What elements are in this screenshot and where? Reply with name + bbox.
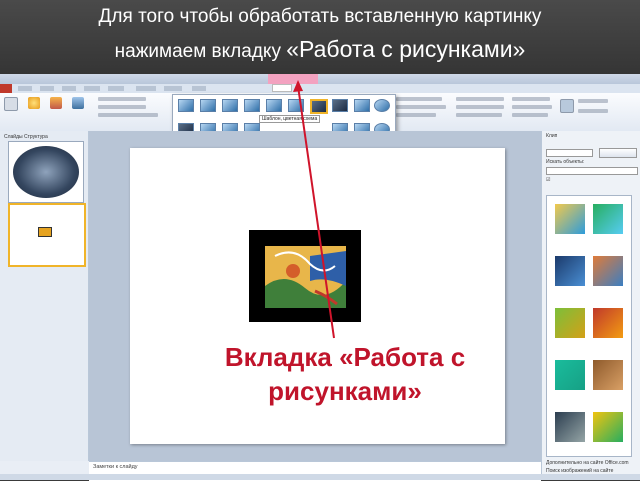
style-swatch[interactable]	[244, 99, 260, 112]
clipart-result[interactable]	[593, 256, 623, 286]
banner-line-2-highlight: «Работа с рисунками»	[286, 36, 526, 62]
style-swatch[interactable]	[266, 99, 282, 112]
tab-slideshow[interactable]	[136, 86, 156, 91]
office-link[interactable]: Дополнительно на сайте Office.com	[546, 459, 629, 467]
style-swatch[interactable]	[288, 99, 304, 112]
tab-animations[interactable]	[108, 86, 124, 91]
callout-line-1: Вкладка «Работа с	[224, 342, 466, 372]
tab-insert[interactable]	[40, 86, 54, 91]
tab-format[interactable]	[272, 84, 292, 92]
clipart-search-input[interactable]	[546, 149, 593, 157]
crop-button[interactable]	[560, 99, 574, 113]
title-bar	[0, 74, 640, 84]
corrections-button[interactable]	[28, 97, 40, 109]
include-office-content-checkbox[interactable]: ☑	[546, 177, 550, 183]
ribbon-tabs	[0, 84, 640, 93]
callout-line-2: рисунками»	[268, 376, 422, 406]
clipart-result[interactable]	[555, 412, 585, 442]
file-tab[interactable]	[0, 84, 12, 93]
style-swatch[interactable]	[178, 99, 194, 112]
clipart-results-grid	[546, 195, 632, 457]
picture-tools-context-tab[interactable]	[268, 74, 318, 84]
clipart-artwork	[265, 246, 346, 308]
slide-2-picture	[38, 227, 52, 237]
slide-thumbnail-1[interactable]	[8, 141, 84, 203]
clipart-result[interactable]	[593, 308, 623, 338]
slide-1-picture	[13, 146, 79, 198]
tab-view[interactable]	[192, 86, 206, 91]
clipart-result[interactable]	[593, 412, 623, 442]
clipart-search-button[interactable]	[599, 148, 637, 158]
banner-line-2: нажимаем вкладку «Работа с рисунками»	[0, 36, 640, 63]
clipart-result[interactable]	[593, 360, 623, 390]
color-button[interactable]	[50, 97, 62, 109]
style-swatch[interactable]	[200, 99, 216, 112]
tab-design[interactable]	[62, 86, 76, 91]
clipart-result[interactable]	[555, 360, 585, 390]
task-pane-title: Клип	[546, 133, 558, 139]
tab-home[interactable]	[18, 86, 32, 91]
instruction-banner: Для того чтобы обработать вставленную ка…	[0, 0, 640, 74]
artistic-effects-button[interactable]	[72, 97, 84, 109]
style-swatch[interactable]	[354, 99, 370, 112]
clipart-result[interactable]	[593, 204, 623, 234]
tab-review[interactable]	[164, 86, 182, 91]
slides-pane-tabs[interactable]: Слайды Структура	[4, 134, 48, 140]
status-bar	[0, 474, 640, 480]
remove-background-button[interactable]	[4, 97, 18, 111]
clipart-result[interactable]	[555, 204, 585, 234]
tab-transitions[interactable]	[84, 86, 100, 91]
notes-placeholder: Заметки к слайду	[93, 464, 138, 470]
search-in-label: Искать объекты:	[546, 159, 585, 165]
style-tooltip: Шаблон, цветная схема	[259, 115, 321, 123]
style-swatch[interactable]	[332, 99, 348, 112]
collections-select[interactable]	[546, 167, 638, 175]
callout-text: Вкладка «Работа с рисунками»	[180, 340, 510, 408]
clipart-result[interactable]	[555, 256, 585, 286]
task-pane-links: Дополнительно на сайте Office.com Поиск …	[546, 459, 629, 475]
slides-pane: Слайды Структура	[0, 131, 89, 461]
style-swatch[interactable]	[222, 99, 238, 112]
style-swatch[interactable]	[374, 99, 390, 112]
banner-line-2-prefix: нажимаем вкладку	[114, 41, 287, 62]
style-swatch-selected[interactable]	[310, 99, 328, 114]
slide-thumbnail-2[interactable]	[8, 203, 86, 267]
banner-line-1: Для того чтобы обработать вставленную ка…	[98, 6, 542, 27]
clipart-result[interactable]	[555, 308, 585, 338]
clipart-picture[interactable]	[265, 246, 346, 308]
